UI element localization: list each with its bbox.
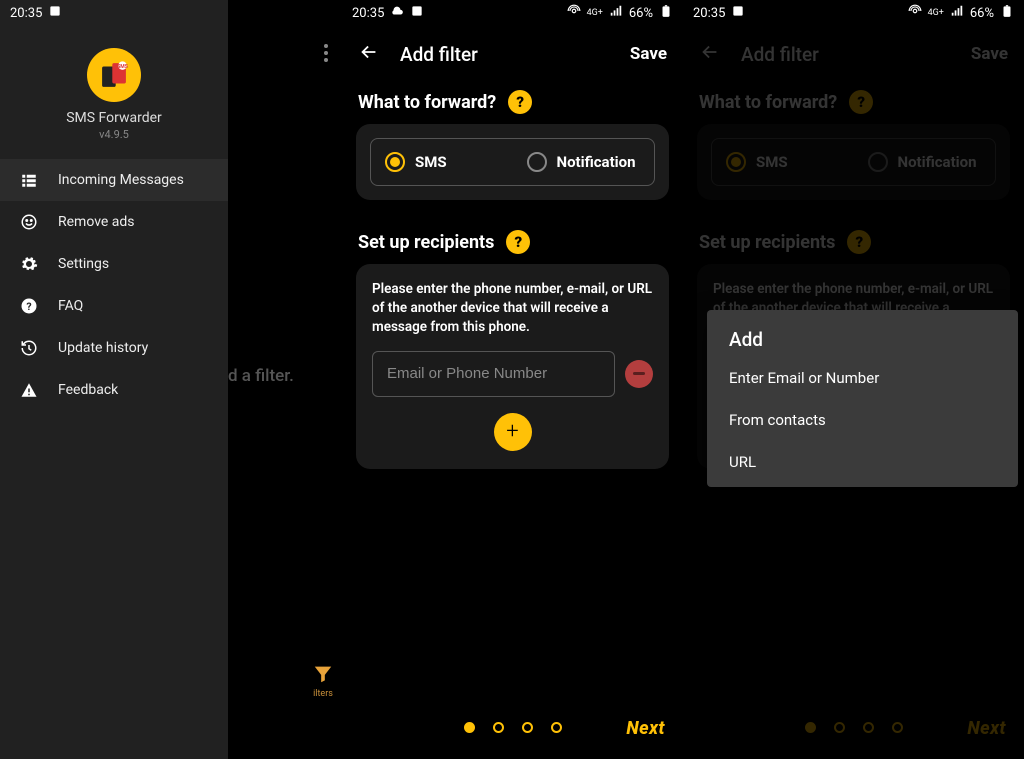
drawer-item-feedback[interactable]: Feedback: [0, 369, 228, 411]
drawer-item-update-history[interactable]: Update history: [0, 327, 228, 369]
drawer-item-label: FAQ: [58, 298, 83, 314]
filters-fab[interactable]: ilters: [312, 663, 334, 699]
status-bar: 20:35 4G+ 66%: [683, 0, 1024, 26]
status-time: 20:35: [693, 6, 725, 21]
drawer-item-faq[interactable]: ? FAQ: [0, 285, 228, 327]
add-recipient-dialog: Add Enter Email or Number From contacts …: [707, 310, 1018, 487]
back-button[interactable]: [358, 41, 380, 67]
signal-icon: [950, 4, 964, 22]
network-type: 4G+: [587, 8, 603, 18]
drawer-header: SMS SMS Forwarder v4.9.5: [0, 26, 228, 159]
dialog-title: Add: [707, 314, 1018, 357]
section-recipients: Set up recipients ?: [358, 230, 669, 254]
dialog-option-enter[interactable]: Enter Email or Number: [707, 357, 1018, 399]
empty-state-text: d a filter.: [228, 366, 342, 386]
radio-label: SMS: [415, 153, 447, 171]
battery-pct: 66%: [629, 6, 653, 21]
dialog-option-contacts[interactable]: From contacts: [707, 399, 1018, 441]
forward-type-card: SMS Notification: [356, 124, 669, 200]
radio-unchecked-icon: [527, 152, 547, 172]
radio-sms[interactable]: SMS: [371, 139, 513, 185]
dialog-option-url[interactable]: URL: [707, 441, 1018, 483]
history-icon: [20, 339, 38, 357]
cloud-icon: [390, 4, 404, 22]
smile-icon: [20, 213, 38, 231]
filters-fab-label: ilters: [312, 689, 334, 699]
status-bar: 20:35 4G+ 66%: [342, 0, 683, 26]
page-dot: [522, 722, 533, 733]
hotspot-icon: [567, 4, 581, 22]
page-dot: [493, 722, 504, 733]
media-icon: [410, 4, 424, 22]
warning-icon: [20, 381, 38, 399]
help-icon[interactable]: ?: [506, 230, 530, 254]
list-icon: [20, 171, 38, 189]
remove-recipient-button[interactable]: [625, 360, 653, 388]
page-dot: [551, 722, 562, 733]
drawer-item-incoming[interactable]: Incoming Messages: [0, 159, 228, 201]
next-button[interactable]: Next: [626, 718, 665, 739]
app-name: SMS Forwarder: [0, 110, 228, 126]
recipients-card: Please enter the phone number, e-mail, o…: [356, 264, 669, 469]
drawer-item-label: Incoming Messages: [58, 172, 184, 188]
screen-add-filter: 20:35 4G+ 66% Add filter Save What to fo…: [342, 0, 683, 759]
section-what-to-forward: What to forward? ?: [358, 90, 669, 114]
screen-drawer: 20:35 4G+ 66% d a filter. ilters: [0, 0, 342, 759]
help-icon: ?: [20, 297, 38, 315]
radio-label: Notification: [557, 153, 636, 171]
radio-notification[interactable]: Notification: [513, 139, 655, 185]
app-bar: Add filter Save: [342, 26, 683, 82]
page-dot: [464, 722, 475, 733]
drawer-item-label: Update history: [58, 340, 148, 356]
drawer-item-label: Remove ads: [58, 214, 135, 230]
help-icon[interactable]: ?: [508, 90, 532, 114]
svg-text:?: ?: [26, 300, 31, 313]
arrow-left-icon: [358, 41, 380, 63]
battery-icon: [659, 4, 673, 22]
gear-icon: [20, 255, 38, 273]
overflow-menu-icon[interactable]: [324, 44, 328, 62]
funnel-icon: [312, 663, 334, 685]
recipients-help-text: Please enter the phone number, e-mail, o…: [372, 280, 653, 337]
battery-pct: 66%: [970, 6, 994, 21]
drawer-item-remove-ads[interactable]: Remove ads: [0, 201, 228, 243]
section-title-text: What to forward?: [358, 92, 496, 113]
nav-drawer: 20:35 SMS SMS Forwarder v4.9.5 Incoming …: [0, 0, 228, 759]
section-title-text: Set up recipients: [358, 232, 494, 253]
status-time: 20:35: [10, 6, 42, 21]
page-title: Add filter: [400, 43, 610, 66]
signal-icon: [609, 4, 623, 22]
add-recipient-button[interactable]: +: [494, 413, 532, 451]
network-type: 4G+: [928, 8, 944, 18]
status-time: 20:35: [352, 6, 384, 21]
media-icon: [731, 4, 745, 22]
status-bar-drawer: 20:35: [0, 0, 228, 26]
drawer-item-settings[interactable]: Settings: [0, 243, 228, 285]
drawer-item-label: Feedback: [58, 382, 118, 398]
main-behind-drawer: d a filter. ilters: [228, 0, 342, 759]
recipient-input[interactable]: [372, 351, 615, 397]
save-button[interactable]: Save: [630, 44, 667, 64]
battery-icon: [1000, 4, 1014, 22]
app-icon: SMS: [87, 48, 141, 102]
screen-add-popup: 20:35 4G+ 66% Add filter Save What to fo…: [683, 0, 1024, 759]
app-version: v4.9.5: [0, 128, 228, 141]
radio-checked-icon: [385, 152, 405, 172]
drawer-item-label: Settings: [58, 256, 109, 272]
svg-text:SMS: SMS: [117, 64, 128, 70]
hotspot-icon: [908, 4, 922, 22]
media-icon: [48, 4, 62, 22]
